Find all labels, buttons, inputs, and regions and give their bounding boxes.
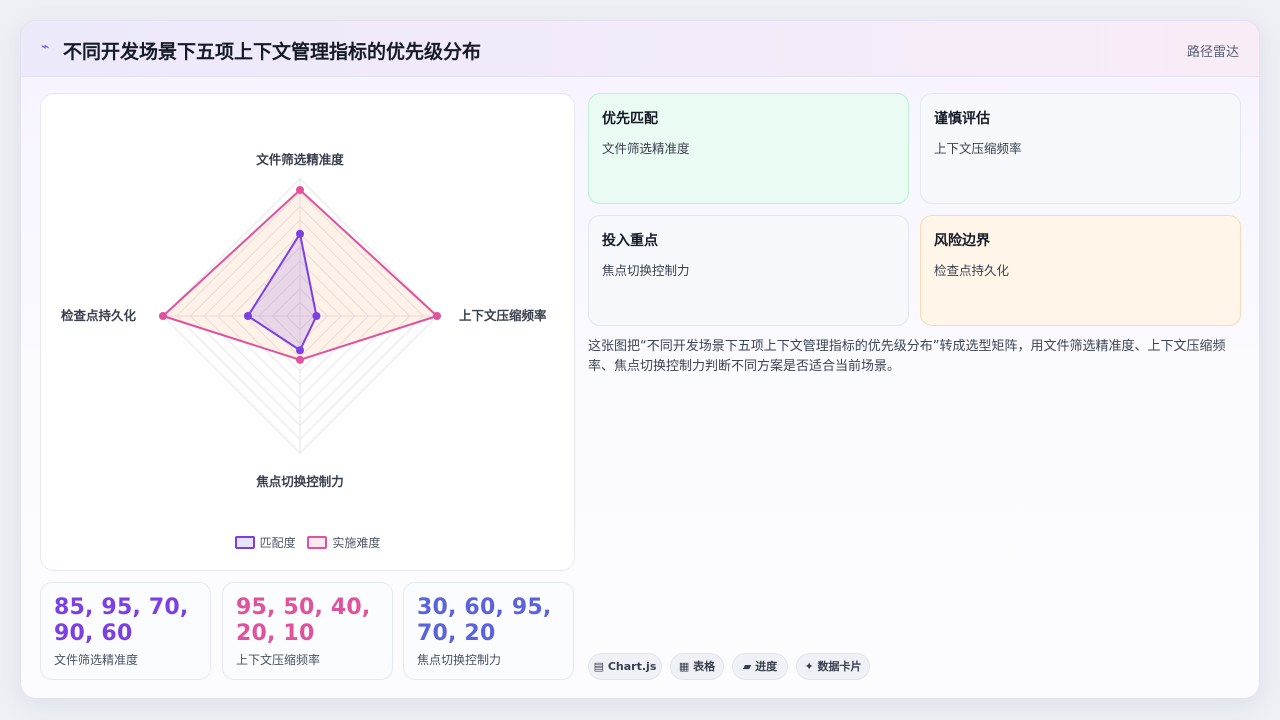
pill-label: 数据卡片 bbox=[817, 660, 862, 673]
chart-legend: 匹配度 实施难度 bbox=[41, 534, 574, 551]
radar-chart: 文件筛选精准度上下文压缩频率焦点切换控制力 检查点持久化 bbox=[61, 152, 547, 489]
chart-description: 这张图把“不同开发场景下五项上下文管理指标的优先级分布”转成选型矩阵，用文件筛选… bbox=[588, 339, 1226, 374]
quadrant-item: 焦点切换控制力 bbox=[602, 263, 690, 278]
quadrant-title: 优先匹配 bbox=[602, 111, 658, 127]
radar-axis-label: 检查点持久化 bbox=[61, 308, 137, 323]
wave-icon: ⌁ bbox=[41, 39, 50, 55]
radar-point bbox=[296, 185, 304, 194]
stat-label: 上下文压缩频率 bbox=[236, 653, 321, 667]
pill-table[interactable]: ▦ 表格 bbox=[670, 653, 724, 680]
sparkle-icon: ✦ bbox=[804, 660, 814, 673]
pill-progress[interactable]: ▰ 进度 bbox=[732, 653, 788, 680]
pill-label: 进度 bbox=[755, 660, 778, 673]
radar-point bbox=[296, 346, 304, 355]
legend-swatch-difficulty bbox=[307, 536, 328, 549]
quadrant-investment-focus: 投入重点 焦点切换控制力 bbox=[588, 215, 909, 326]
stat-card-compression: 95, 50, 40, 20, 10 上下文压缩频率 bbox=[222, 582, 393, 680]
pill-chartjs[interactable]: ▤ Chart.js bbox=[588, 653, 662, 680]
radar-point bbox=[312, 312, 321, 320]
radar-point bbox=[296, 355, 304, 364]
radar-chart-card: 文件筛选精准度上下文压缩频率焦点切换控制力 检查点持久化 匹配度 实施难度 bbox=[40, 93, 575, 571]
pill-label: 表格 bbox=[693, 660, 716, 673]
radar-point bbox=[296, 229, 304, 238]
dashboard-frame: ⌁ 不同开发场景下五项上下文管理指标的优先级分布 路径雷达 文件筛选精准度上下文… bbox=[20, 20, 1260, 699]
page-title: 不同开发场景下五项上下文管理指标的优先级分布 bbox=[63, 41, 482, 63]
stat-label: 焦点切换控制力 bbox=[417, 653, 502, 667]
stat-value: 95, 50, 40, 20, 10 bbox=[236, 595, 371, 646]
quadrant-item: 检查点持久化 bbox=[934, 263, 1010, 278]
chart-type-tag: 路径雷达 bbox=[1186, 45, 1239, 60]
table-icon: ▦ bbox=[678, 660, 690, 673]
quadrant-item: 文件筛选精准度 bbox=[602, 141, 690, 156]
stat-label: 文件筛选精准度 bbox=[54, 653, 139, 667]
chart-icon: ▤ bbox=[593, 660, 605, 673]
radar-axis-label: 文件筛选精准度 bbox=[256, 152, 344, 167]
pill-label: Chart.js bbox=[607, 660, 657, 673]
legend-item-match[interactable]: 匹配度 bbox=[234, 534, 296, 551]
quadrant-item: 上下文压缩频率 bbox=[934, 141, 1022, 156]
legend-swatch-match bbox=[234, 536, 255, 549]
stat-value: 30, 60, 95, 70, 20 bbox=[417, 595, 552, 646]
stat-card-focus: 30, 60, 95, 70, 20 焦点切换控制力 bbox=[403, 582, 574, 680]
radar-point bbox=[433, 312, 441, 320]
stat-card-file-filter: 85, 95, 70, 90, 60 文件筛选精准度 bbox=[40, 582, 211, 680]
radar-point bbox=[159, 312, 167, 320]
legend-label-match: 匹配度 bbox=[259, 536, 296, 550]
quadrant-priority-match: 优先匹配 文件筛选精准度 bbox=[588, 93, 909, 204]
radar-axis-label: 焦点切换控制力 bbox=[255, 474, 344, 489]
radar-point bbox=[243, 312, 252, 320]
header-bar: ⌁ 不同开发场景下五项上下文管理指标的优先级分布 路径雷达 bbox=[21, 21, 1259, 77]
radar-axis-label: 上下文压缩频率 bbox=[459, 308, 547, 323]
quadrant-title: 投入重点 bbox=[602, 233, 658, 249]
quadrant-risk-boundary: 风险边界 检查点持久化 bbox=[920, 215, 1241, 326]
quadrant-careful-eval: 谨慎评估 上下文压缩频率 bbox=[920, 93, 1241, 204]
stat-value: 85, 95, 70, 90, 60 bbox=[54, 595, 189, 646]
legend-label-difficulty: 实施难度 bbox=[332, 536, 381, 550]
progress-icon: ▰ bbox=[742, 660, 752, 673]
quadrant-title: 风险边界 bbox=[934, 233, 990, 249]
quadrant-title: 谨慎评估 bbox=[934, 111, 990, 127]
legend-item-difficulty[interactable]: 实施难度 bbox=[307, 534, 380, 551]
pill-data-cards[interactable]: ✦ 数据卡片 bbox=[796, 653, 870, 680]
